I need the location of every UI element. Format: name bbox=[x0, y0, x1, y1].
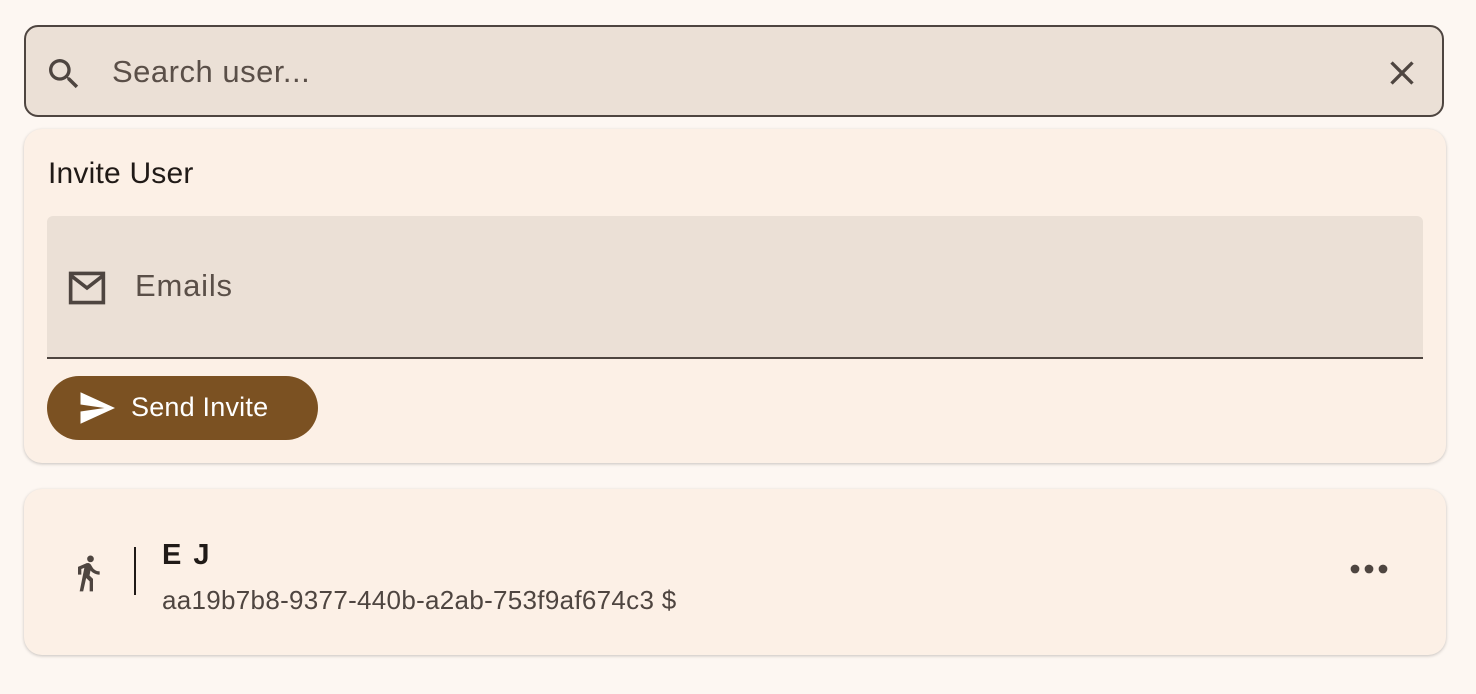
search-input[interactable] bbox=[112, 47, 1352, 97]
invite-user-title: Invite User bbox=[48, 157, 194, 190]
emails-input[interactable] bbox=[135, 264, 1385, 308]
walking-person-icon bbox=[78, 555, 100, 592]
close-icon[interactable] bbox=[1382, 53, 1422, 93]
more-horizontal-icon[interactable] bbox=[1348, 559, 1390, 579]
user-list-item[interactable]: E J aa19b7b8-9377-440b-a2ab-753f9af674c3… bbox=[24, 489, 1446, 655]
send-invite-label: Send Invite bbox=[131, 392, 269, 422]
emails-field[interactable] bbox=[47, 216, 1423, 359]
send-icon bbox=[80, 392, 115, 424]
send-invite-button[interactable]: Send Invite bbox=[47, 376, 318, 440]
search-bar[interactable] bbox=[24, 25, 1444, 117]
search-icon bbox=[49, 59, 79, 89]
vertical-divider bbox=[134, 547, 136, 595]
user-id: aa19b7b8-9377-440b-a2ab-753f9af674c3 $ bbox=[162, 585, 677, 615]
invite-user-card: Invite User Send Invite bbox=[24, 129, 1446, 463]
user-name: E J bbox=[162, 539, 212, 571]
mail-icon bbox=[68, 271, 106, 305]
